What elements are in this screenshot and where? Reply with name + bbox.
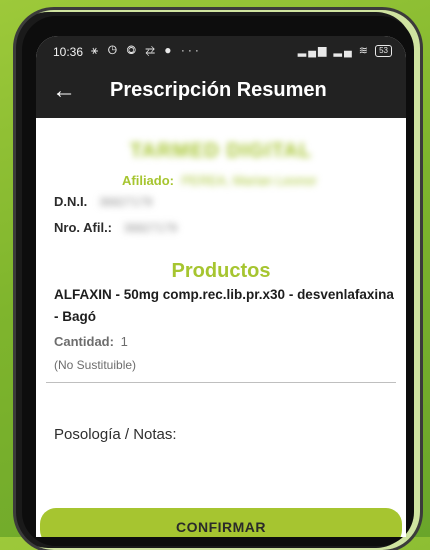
- arrow-left-icon[interactable]: ←: [50, 77, 78, 105]
- system-icons: ▂▄▆ ▂▄ ≋ 53: [297, 44, 392, 58]
- affiliate-line: Afiliado: PEREA, Marian Leonor: [122, 173, 317, 188]
- company-name: TARMED DIGITAL: [129, 140, 313, 162]
- notification-icons: ⚹ ◷ ◎ ⇄ ● ···: [91, 43, 202, 57]
- affiliate-value: PEREA, Marian Leonor: [181, 173, 317, 188]
- app-bar: ← Prescripción Resumen: [36, 66, 406, 118]
- product-name: ALFAXIN - 50mg comp.rec.lib.pr.x30 - des…: [54, 287, 394, 324]
- afil-value: 36827179: [123, 221, 178, 235]
- confirm-button[interactable]: CONFIRMAR: [40, 508, 402, 537]
- battery-icon: 53: [375, 45, 392, 58]
- afil-label: Nro. Afil.:: [54, 220, 113, 235]
- quantity-line: Cantidad: 1: [54, 334, 128, 349]
- status-time: 10:36: [53, 45, 84, 59]
- notes-label: Posología / Notas:: [54, 426, 177, 443]
- dni-value: 36827179: [98, 195, 153, 209]
- quantity-value: 1: [120, 334, 128, 349]
- substitution-note: (No Sustituible): [54, 358, 137, 372]
- afil-row: Nro. Afil.: 36827179: [54, 220, 177, 235]
- quantity-label: Cantidad:: [54, 334, 114, 349]
- dni-label: D.N.I.: [54, 194, 88, 209]
- status-bar: 10:36 ⚹ ◷ ◎ ⇄ ● ··· ▂▄▆ ▂▄ ≋ 53: [36, 36, 406, 66]
- app-screen: 10:36 ⚹ ◷ ◎ ⇄ ● ··· ▂▄▆ ▂▄ ≋ 53 ← Prescr…: [36, 36, 406, 537]
- signal-wifi-icons: ▂▄▆ ▂▄ ≋: [297, 45, 371, 57]
- page-title: Prescripción Resumen: [110, 79, 327, 101]
- divider: [46, 382, 396, 383]
- dni-row: D.N.I. 36827179: [54, 194, 152, 209]
- products-title: Productos: [171, 260, 271, 282]
- affiliate-label: Afiliado:: [122, 173, 174, 188]
